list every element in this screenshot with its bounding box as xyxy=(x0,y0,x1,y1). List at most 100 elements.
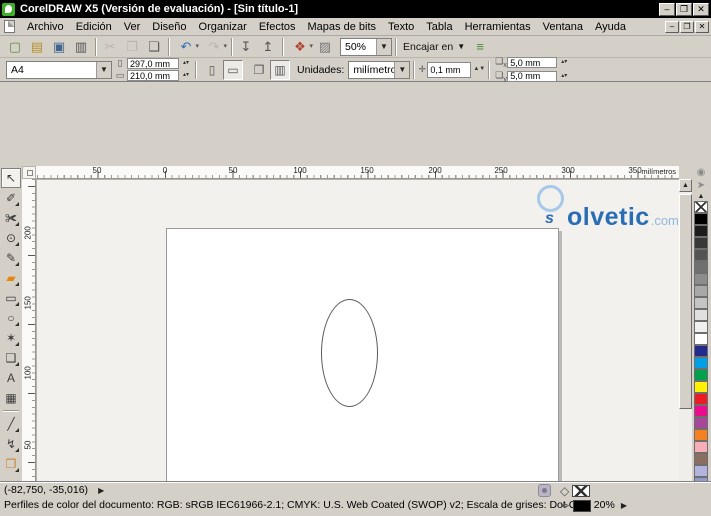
menu-item[interactable]: Mapas de bits xyxy=(302,19,382,35)
vertical-scrollbar[interactable]: ▲ ▼ xyxy=(679,179,692,516)
duplicate-x-spinner[interactable]: ▴▾ xyxy=(561,59,567,65)
portrait-button[interactable]: ▯ xyxy=(202,60,222,80)
vertical-ruler[interactable]: 200150100500 milímetros xyxy=(22,179,36,516)
menu-item[interactable]: Efectos xyxy=(253,19,302,35)
paper-size-combobox[interactable]: A4 ▼ xyxy=(6,60,112,79)
toolbar-button[interactable] xyxy=(92,37,99,56)
horizontal-ruler[interactable]: 50 0 50 100 150 200 250 300 350 milímetros xyxy=(36,166,679,179)
freehand-tool[interactable]: ✎ xyxy=(1,248,21,268)
rectangle-tool[interactable]: ▭ xyxy=(1,288,21,308)
smart-fill-tool[interactable]: ▰ xyxy=(1,268,21,288)
color-swatch[interactable] xyxy=(694,249,708,261)
chevron-down-icon[interactable]: ▼ xyxy=(96,61,111,78)
status-flyout-arrow-icon[interactable]: ▶ xyxy=(98,486,104,495)
menu-item[interactable]: Ver xyxy=(118,19,147,35)
paste-button[interactable]: ❏ xyxy=(143,37,165,57)
undo-button[interactable]: ↶ xyxy=(172,37,200,57)
color-swatch[interactable] xyxy=(694,333,708,345)
save-button[interactable]: ▣ xyxy=(48,37,70,57)
zoom-tool[interactable]: ⊙ xyxy=(1,228,21,248)
application-launcher-button[interactable]: ❖ xyxy=(286,37,314,57)
document-close-button[interactable]: ✕ xyxy=(695,20,709,33)
color-swatch[interactable] xyxy=(694,417,708,429)
snap-to-dropdown[interactable]: Encajar en ▼ xyxy=(399,38,469,56)
color-swatch[interactable] xyxy=(694,405,708,417)
toolbar-button[interactable] xyxy=(165,37,172,56)
connector-tool[interactable]: ↯ xyxy=(1,434,21,454)
document-minimize-button[interactable]: – xyxy=(665,20,679,33)
color-swatch[interactable] xyxy=(694,273,708,285)
document-overview-icon[interactable]: ◉ xyxy=(693,166,709,179)
color-swatch[interactable] xyxy=(694,369,708,381)
duplicate-y-spinner[interactable]: ▴▾ xyxy=(561,73,567,79)
menu-item[interactable]: Ventana xyxy=(537,19,589,35)
nudge-spinner[interactable]: ▲▼ xyxy=(473,66,485,72)
paper-width-spinner[interactable]: ▴▾ xyxy=(183,60,189,66)
current-page-button[interactable]: ▥ xyxy=(270,59,291,80)
palette-scroll-up-button[interactable]: ▲ xyxy=(693,192,709,201)
copy-button[interactable]: ❐ xyxy=(121,37,143,57)
all-pages-button[interactable]: ❐ xyxy=(249,60,269,80)
options-button[interactable]: ≡ xyxy=(469,37,491,57)
menu-item[interactable]: Organizar xyxy=(193,19,253,35)
zoom-level-combobox[interactable]: 50% ▼ xyxy=(340,37,392,56)
color-swatch[interactable] xyxy=(694,393,708,405)
menu-item[interactable]: Tabla xyxy=(420,19,458,35)
crop-tool[interactable]: ✀ xyxy=(1,208,21,228)
color-swatch[interactable] xyxy=(694,225,708,237)
color-swatch[interactable] xyxy=(694,465,708,477)
menu-item[interactable]: Ayuda xyxy=(589,19,632,35)
blend-tool[interactable]: ❒ xyxy=(1,454,21,474)
cut-button[interactable]: ✂ xyxy=(99,37,121,57)
chevron-down-icon[interactable]: ▼ xyxy=(376,38,391,55)
color-swatch[interactable] xyxy=(694,453,708,465)
menu-item[interactable]: Archivo xyxy=(21,19,70,35)
units-combobox[interactable]: milímetros ▼ xyxy=(348,60,411,79)
status-flyout-arrow-icon[interactable]: ▶ xyxy=(621,501,627,510)
nudge-distance-field[interactable]: 0,1 mm xyxy=(427,61,472,78)
color-swatch[interactable] xyxy=(694,201,708,213)
toolbar-button[interactable] xyxy=(228,37,235,56)
duplicate-y-field[interactable]: 5,0 mm xyxy=(507,70,558,82)
color-swatch[interactable] xyxy=(694,309,708,321)
menu-item[interactable]: Diseño xyxy=(146,19,192,35)
document-restore-button[interactable]: ❐ xyxy=(680,20,694,33)
welcome-screen-button[interactable]: ▨ xyxy=(314,37,336,57)
close-button[interactable]: ✕ xyxy=(693,2,709,16)
import-button[interactable]: ↧ xyxy=(235,37,257,57)
open-button[interactable]: ▤ xyxy=(26,37,48,57)
color-swatch[interactable] xyxy=(694,441,708,453)
table-tool[interactable]: ▦ xyxy=(1,388,21,408)
redo-button[interactable]: ↷ xyxy=(200,37,228,57)
color-swatch[interactable] xyxy=(694,321,708,333)
scroll-up-button[interactable]: ▲ xyxy=(679,179,692,192)
new-document-button[interactable]: ▢ xyxy=(4,37,26,57)
paper-height-field[interactable]: 210,0 mm xyxy=(127,70,179,81)
text-tool[interactable]: A xyxy=(1,368,21,388)
menu-item[interactable]: Edición xyxy=(70,19,118,35)
color-swatch[interactable] xyxy=(694,285,708,297)
color-swatch[interactable] xyxy=(694,357,708,369)
color-swatch[interactable] xyxy=(694,213,708,225)
polygon-tool[interactable]: ✶ xyxy=(1,328,21,348)
drawing-canvas[interactable]: s olvetic .com xyxy=(36,179,679,516)
toolbar-button[interactable] xyxy=(279,37,286,56)
vertical-scrollbar-thumb[interactable] xyxy=(679,194,692,409)
dimension-tool[interactable]: ╱ xyxy=(1,414,21,434)
ellipse-shape[interactable] xyxy=(321,299,378,407)
paper-height-spinner[interactable]: ▴▾ xyxy=(183,72,189,78)
menu-item[interactable]: Texto xyxy=(382,19,420,35)
ruler-origin-button[interactable] xyxy=(22,166,36,179)
export-button[interactable]: ↥ xyxy=(257,37,279,57)
color-swatch[interactable] xyxy=(694,237,708,249)
landscape-button[interactable]: ▭ xyxy=(223,59,244,80)
print-button[interactable]: ▥ xyxy=(70,37,92,57)
paper-width-field[interactable]: 297,0 mm xyxy=(127,58,179,69)
color-swatch[interactable] xyxy=(694,345,708,357)
restore-button[interactable]: ❐ xyxy=(676,2,692,16)
color-swatch[interactable] xyxy=(694,261,708,273)
document-icon[interactable] xyxy=(4,20,15,33)
menu-item[interactable]: Herramientas xyxy=(459,19,537,35)
shape-tool[interactable]: ✐ xyxy=(1,188,21,208)
minimize-button[interactable]: – xyxy=(659,2,675,16)
